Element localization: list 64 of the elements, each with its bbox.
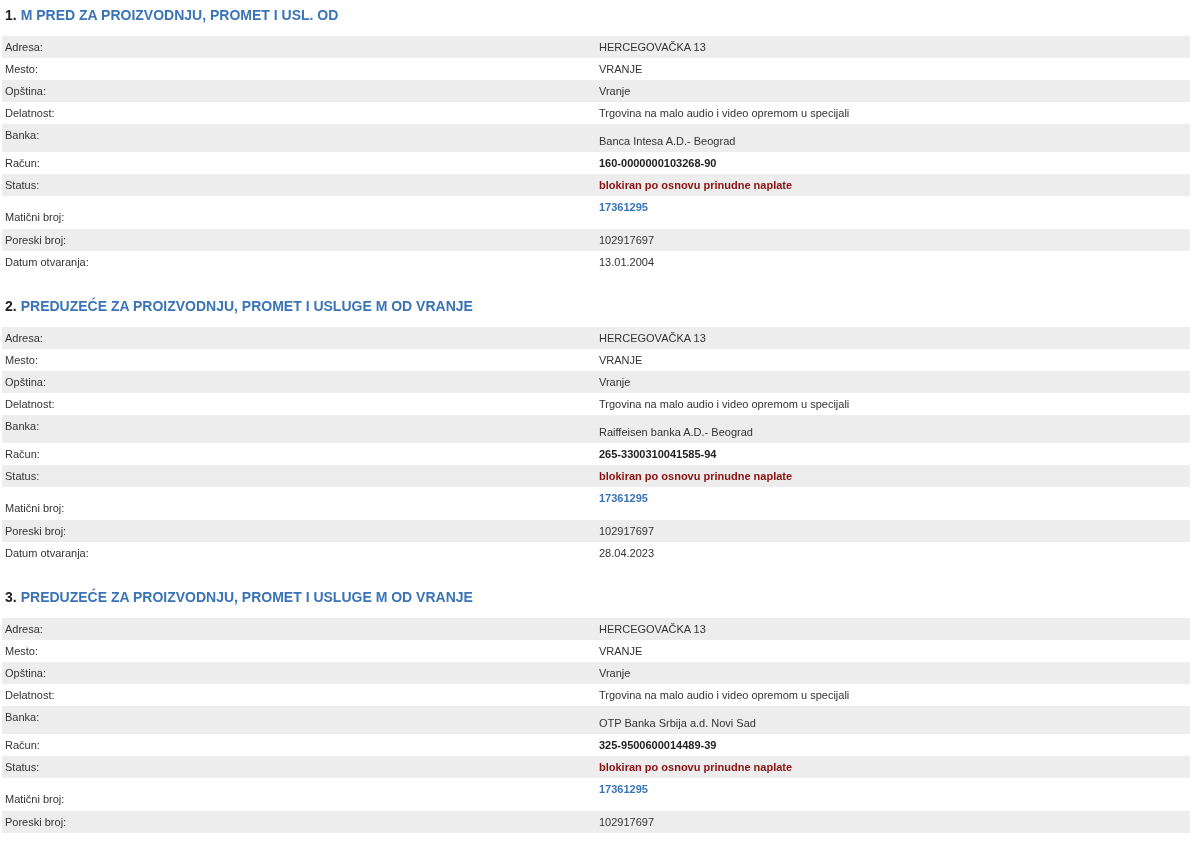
field-value: 102917697 (598, 525, 655, 537)
field-label: Status: (4, 761, 41, 773)
field-label: Matični broj: (4, 209, 66, 223)
field-value: 265-3300310041585-94 (598, 448, 717, 460)
company-name-link[interactable]: M PRED ZA PROIZVODNJU, PROMET I USL. OD (20, 7, 339, 23)
field-label: Datum otvaranja: (4, 547, 90, 559)
field-value: 13.01.2004 (598, 256, 655, 268)
field-value: VRANJE (598, 63, 643, 75)
field-label: Mesto: (4, 645, 39, 657)
field-value: blokiran po osnovu prinudne naplate (598, 179, 793, 191)
field-value: 160-0000000103268-90 (598, 157, 717, 169)
field-value: 325-9500600014489-39 (598, 739, 717, 751)
field-label: Mesto: (4, 63, 39, 75)
field-value: Vranje (598, 376, 631, 388)
field-label: Datum otvaranja: (4, 256, 90, 268)
field-label: Delatnost: (4, 398, 56, 410)
field-value: 102917697 (598, 816, 655, 828)
field-value: HERCEGOVAČKA 13 (598, 332, 706, 344)
field-label: Opština: (4, 376, 47, 388)
field-value: Trgovina na malo audio i video opremom u specijali (598, 689, 850, 701)
field-label: Matični broj: (4, 500, 66, 514)
field-value: Trgovina na malo audio i video opremom u specijali (598, 398, 850, 410)
field-label: Banka: (4, 128, 41, 141)
result-number: 1. (5, 7, 17, 23)
company-name-link[interactable]: PREDUZEĆE ZA PROIZVODNJU, PROMET I USLUGE M OD VRANJE (20, 298, 473, 314)
field-label: Status: (4, 470, 41, 482)
registration-number-link[interactable]: 17361295 (597, 778, 648, 795)
registration-number-link[interactable]: 17361295 (597, 487, 648, 504)
field-value: HERCEGOVAČKA 13 (598, 41, 706, 53)
field-value: VRANJE (598, 354, 643, 366)
field-label: Adresa: (4, 332, 44, 344)
field-value: 102917697 (598, 234, 655, 246)
field-label: Poreski broj: (4, 234, 68, 246)
field-label: Mesto: (4, 354, 39, 366)
field-value: Vranje (598, 85, 631, 97)
field-value: blokiran po osnovu prinudne naplate (598, 761, 793, 773)
result-number: 2. (5, 298, 17, 314)
field-label: Delatnost: (4, 689, 56, 701)
field-value: OTP Banka Srbija a.d. Novi Sad (598, 716, 756, 729)
field-value: HERCEGOVAČKA 13 (598, 623, 706, 635)
field-value: 28.04.2023 (598, 547, 655, 559)
field-value: Raiffeisen banka A.D.- Beograd (598, 425, 753, 438)
field-label: Delatnost: (4, 107, 56, 119)
field-value: Banca Intesa A.D.- Beograd (598, 134, 736, 147)
field-label: Poreski broj: (4, 525, 68, 537)
field-value: Trgovina na malo audio i video opremom u specijali (598, 107, 850, 119)
field-label: Banka: (4, 710, 41, 723)
field-label: Opština: (4, 667, 47, 679)
company-name-link[interactable]: PREDUZEĆE ZA PROIZVODNJU, PROMET I USLUGE M OD VRANJE (20, 589, 473, 605)
field-label: Status: (4, 179, 41, 191)
field-value: Vranje (598, 667, 631, 679)
field-label: Adresa: (4, 623, 44, 635)
field-label: Poreski broj: (4, 816, 68, 828)
field-value: VRANJE (598, 645, 643, 657)
field-label: Račun: (4, 157, 41, 169)
field-label: Račun: (4, 448, 41, 460)
field-label: Opština: (4, 85, 47, 97)
field-label: Račun: (4, 739, 41, 751)
field-label: Adresa: (4, 41, 44, 53)
result-number: 3. (5, 589, 17, 605)
field-value: blokiran po osnovu prinudne naplate (598, 470, 793, 482)
field-label: Matični broj: (4, 791, 66, 805)
field-label: Banka: (4, 419, 41, 432)
registration-number-link[interactable]: 17361295 (597, 196, 648, 213)
